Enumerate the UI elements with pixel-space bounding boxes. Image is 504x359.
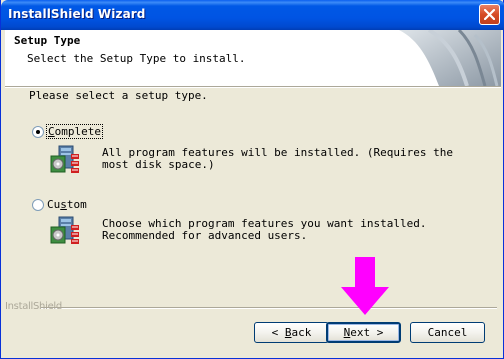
installshield-wizard-window: InstallShield Wizard Setup Type Select t…	[0, 0, 504, 359]
header-separator	[5, 86, 501, 88]
complete-feature-icon	[50, 145, 79, 173]
title-bar[interactable]: InstallShield Wizard	[1, 0, 504, 30]
complete-radio[interactable]	[32, 126, 44, 138]
back-button-rest: ack	[291, 326, 312, 339]
close-icon	[484, 9, 495, 20]
complete-mnemonic: C	[48, 125, 55, 138]
cancel-button-label: Cancel	[427, 326, 468, 339]
next-button-suffix: >	[370, 326, 384, 339]
custom-radio-label[interactable]: Custom	[47, 198, 87, 211]
close-button[interactable]	[479, 4, 500, 25]
custom-description: Choose which program features you want i…	[102, 217, 427, 242]
complete-radio-label[interactable]: Complete	[46, 124, 103, 139]
header-subtitle: Select the Setup Type to install.	[27, 52, 246, 65]
back-button[interactable]: < Back	[254, 322, 329, 343]
custom-label-pre: Cu	[47, 198, 61, 211]
custom-radio[interactable]	[32, 199, 44, 211]
complete-label-rest: omplete	[54, 125, 101, 138]
custom-label-rest: tom	[66, 198, 87, 211]
window-title: InstallShield Wizard	[8, 7, 146, 21]
back-button-prefix: <	[271, 326, 285, 339]
cancel-button[interactable]: Cancel	[410, 322, 485, 343]
setup-type-prompt: Please select a setup type.	[29, 89, 208, 102]
installshield-branding: InstallShield	[5, 301, 62, 312]
header-banner-art	[389, 30, 501, 86]
next-button-rest: ext	[350, 326, 371, 339]
magenta-arrow-annotation	[341, 257, 389, 315]
wizard-header: Setup Type Select the Setup Type to inst…	[5, 30, 501, 86]
branding-separator	[41, 307, 497, 309]
complete-description: All program features will be installed. …	[102, 146, 453, 171]
next-button[interactable]: Next >	[326, 322, 401, 343]
back-button-mnemonic: B	[284, 326, 292, 339]
custom-mnemonic: s	[60, 198, 67, 211]
header-title: Setup Type	[14, 34, 81, 47]
custom-feature-icon	[50, 216, 79, 244]
